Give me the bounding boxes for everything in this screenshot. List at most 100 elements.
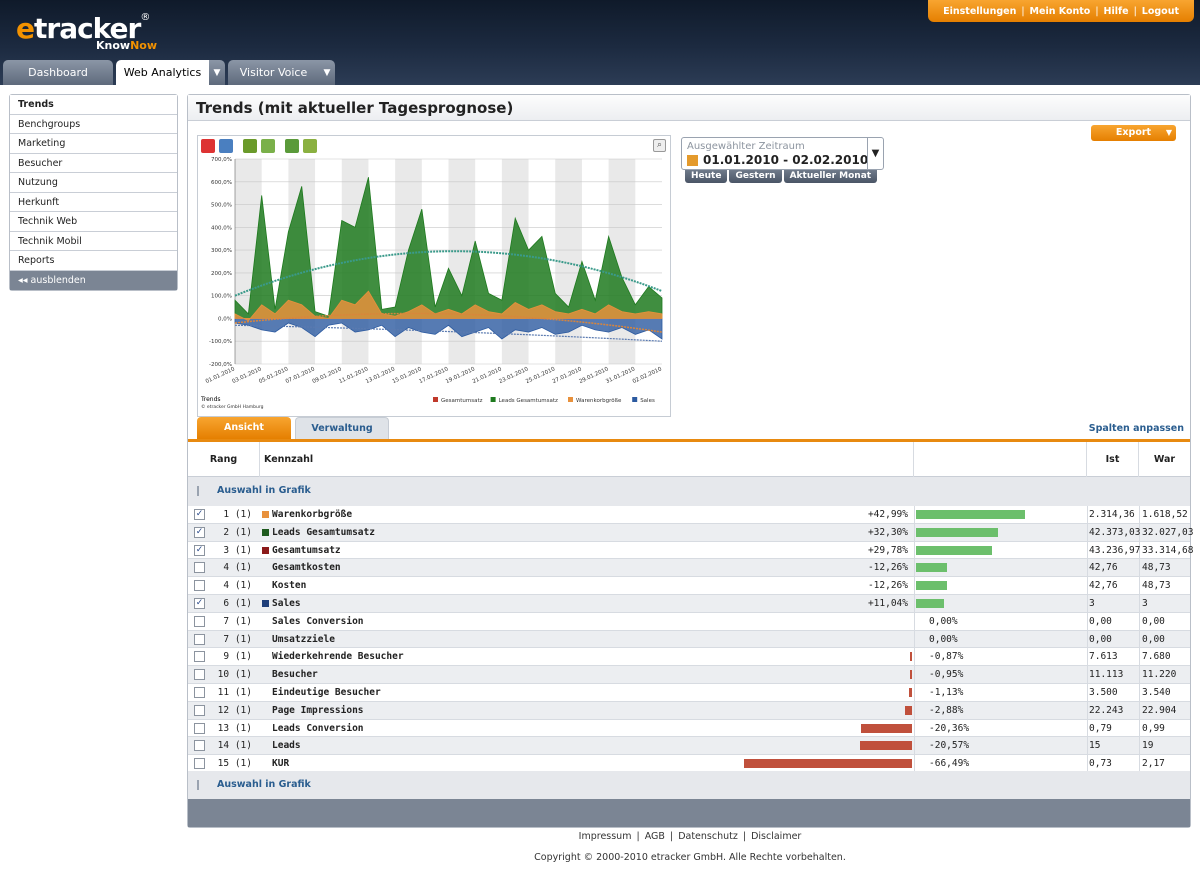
column-divider xyxy=(1087,506,1088,524)
table-row[interactable]: 4 (1) Gesamtkosten -12,26% 42,76 48,73 xyxy=(188,559,1190,578)
table-row[interactable]: 12 (1) Page Impressions -2,88% 22.243 22.904 xyxy=(188,701,1190,720)
legend-swatch xyxy=(568,397,573,402)
table-row[interactable]: ✓ 1 (1) Warenkorbgröße +42,99% 2.314,36 1.618… xyxy=(188,506,1190,524)
excel-export-icon[interactable] xyxy=(285,139,299,153)
sidebar-item-herkunft[interactable]: Herkunft xyxy=(10,192,177,212)
row-kennzahl: Wiederkehrende Besucher xyxy=(272,651,404,663)
row-checkbox[interactable] xyxy=(194,704,205,716)
tab-verwaltung[interactable]: Verwaltung xyxy=(295,417,389,439)
row-ist: 3.500 xyxy=(1089,687,1118,698)
row-checkbox[interactable]: ✓ xyxy=(194,598,205,609)
footer-agb[interactable]: AGB xyxy=(643,831,667,842)
tab-web-analytics[interactable]: Web Analytics xyxy=(116,60,209,85)
col-war[interactable]: War xyxy=(1139,442,1190,477)
footer-datenschutz[interactable]: Datenschutz xyxy=(676,831,740,842)
table-row[interactable]: 14 (1) Leads -20,57% 15 19 xyxy=(188,737,1190,756)
csv-export-icon[interactable] xyxy=(303,139,317,153)
table-row[interactable]: 7 (1) Sales Conversion 0,00% 0,00 0,00 xyxy=(188,612,1190,631)
table-row[interactable]: 9 (1) Wiederkehrende Besucher -0,87% 7.613 7… xyxy=(188,648,1190,667)
visitor-voice-dropdown-icon[interactable]: ▼ xyxy=(319,60,335,85)
row-war: 11.220 xyxy=(1142,669,1177,681)
table-row[interactable]: 11 (1) Eindeutige Besucher -1,13% 3.500 3.54… xyxy=(188,684,1190,702)
row-war: 48,73 xyxy=(1142,562,1171,574)
row-checkbox[interactable] xyxy=(194,562,205,574)
column-divider xyxy=(1087,595,1088,613)
table-row[interactable]: 4 (1) Kosten -12,26% 42,76 48,73 xyxy=(188,577,1190,595)
sidebar-item-trends[interactable]: Trends xyxy=(10,95,177,115)
tab-ansicht[interactable]: Ansicht xyxy=(197,417,291,439)
row-checkbox[interactable] xyxy=(194,633,205,645)
image-export-icon[interactable] xyxy=(219,139,233,153)
row-checkbox[interactable] xyxy=(194,722,205,734)
row-checkbox[interactable]: ✓ xyxy=(194,526,205,538)
column-divider xyxy=(1087,523,1088,542)
sidebar-hide-button[interactable]: ◂◂ ausblenden xyxy=(10,270,177,290)
auswahl-in-grafik-link[interactable]: Auswahl in Grafik xyxy=(217,779,311,790)
auswahl-row-top: Auswahl in Grafik xyxy=(188,477,1190,506)
sidebar-item-benchgroups[interactable]: Benchgroups xyxy=(10,114,177,134)
menu-einstellungen[interactable]: Einstellungen xyxy=(938,6,1021,17)
column-divider xyxy=(1139,559,1140,578)
chart-type-icon[interactable] xyxy=(243,139,257,153)
row-war: 0,99 xyxy=(1142,722,1165,734)
sidebar-item-technik-mobil[interactable]: Technik Mobil xyxy=(10,231,177,251)
gestern-button[interactable]: Gestern xyxy=(729,170,782,183)
table-row[interactable]: 7 (1) Umsatzziele 0,00% 0,00 0,00 xyxy=(188,630,1190,649)
date-range-select[interactable]: Ausgewählter Zeitraum 01.01.2010 - 02.02… xyxy=(681,137,884,170)
menu-logout[interactable]: Logout xyxy=(1137,6,1184,17)
sidebar-item-reports[interactable]: Reports xyxy=(10,251,177,271)
x-tick-label: 23.01.2010 xyxy=(498,366,530,385)
pdf-export-icon[interactable] xyxy=(201,139,215,153)
col-rang[interactable]: Rang xyxy=(188,442,260,477)
footer-disclaimer[interactable]: Disclaimer xyxy=(749,831,803,842)
auswahl-in-grafik-link[interactable]: Auswahl in Grafik xyxy=(217,485,311,496)
row-checkbox[interactable] xyxy=(194,669,205,681)
x-tick-label: 19.01.2010 xyxy=(445,366,477,385)
row-checkbox[interactable] xyxy=(194,615,205,627)
menu-mein-konto[interactable]: Mein Konto xyxy=(1025,6,1096,17)
tab-dashboard[interactable]: Dashboard xyxy=(3,60,113,85)
row-checkbox[interactable]: ✓ xyxy=(194,544,205,556)
col-kennzahl[interactable]: Kennzahl xyxy=(260,442,914,477)
heute-button[interactable]: Heute xyxy=(685,170,728,183)
row-kennzahl: Sales xyxy=(272,598,301,609)
row-checkbox[interactable] xyxy=(194,740,205,752)
zoom-icon[interactable]: ⌕ xyxy=(653,139,666,152)
row-ist: 11.113 xyxy=(1089,669,1124,681)
aktueller-monat-button[interactable]: Aktueller Monat xyxy=(783,170,878,183)
y-tick-label: 700,0% xyxy=(211,157,232,163)
sidebar-item-nutzung[interactable]: Nutzung xyxy=(10,173,177,193)
web-analytics-dropdown-icon[interactable]: ▼ xyxy=(209,60,225,85)
etracker-logo[interactable]: etracker® KnowNow xyxy=(16,12,157,52)
row-rank: 7 (1) xyxy=(223,615,252,627)
sidebar-item-technik-web[interactable]: Technik Web xyxy=(10,212,177,232)
row-checkbox[interactable]: ✓ xyxy=(194,509,205,520)
sidebar-item-marketing[interactable]: Marketing xyxy=(10,134,177,154)
export-dropdown-icon: ▼ xyxy=(1165,128,1172,137)
column-divider xyxy=(914,612,915,631)
chevron-down-icon[interactable]: ▼ xyxy=(867,138,883,169)
row-war: 7.680 xyxy=(1142,651,1171,663)
table-row[interactable]: ✓ 3 (1) Gesamtumsatz +29,78% 43.236,97 33.314… xyxy=(188,541,1193,560)
line-chart-icon[interactable] xyxy=(261,139,275,153)
row-checkbox[interactable] xyxy=(194,651,205,663)
table-row[interactable]: 10 (1) Besucher -0,95% 11.113 11.220 xyxy=(188,666,1190,684)
export-button[interactable]: Export ▼ xyxy=(1091,125,1176,141)
legend-swatch xyxy=(632,397,638,402)
spalten-anpassen-link[interactable]: Spalten anpassen xyxy=(1089,423,1184,434)
col-ist[interactable]: Ist xyxy=(1087,442,1139,477)
row-checkbox[interactable] xyxy=(194,580,205,592)
footer-impressum[interactable]: Impressum xyxy=(577,831,634,842)
row-checkbox[interactable] xyxy=(194,687,205,698)
table-row[interactable]: ✓ 2 (1) Leads Gesamtumsatz +32,30% 42.373,03… xyxy=(188,523,1193,542)
row-ist: 42.373,03 xyxy=(1089,526,1141,538)
tab-visitor-voice[interactable]: Visitor Voice xyxy=(228,60,319,85)
row-war: 1.618,52 xyxy=(1142,509,1188,520)
x-tick-label: 29.01.2010 xyxy=(578,366,610,385)
table-row[interactable]: 13 (1) Leads Conversion -20,36% 0,79 0,99 xyxy=(188,719,1190,738)
x-tick-label: 17.01.2010 xyxy=(418,366,450,385)
sidebar-item-besucher[interactable]: Besucher xyxy=(10,153,177,173)
menu-hilfe[interactable]: Hilfe xyxy=(1099,6,1134,17)
row-checkbox[interactable] xyxy=(194,758,205,770)
table-row[interactable]: ✓ 6 (1) Sales +11,04% 3 3 xyxy=(188,595,1190,613)
